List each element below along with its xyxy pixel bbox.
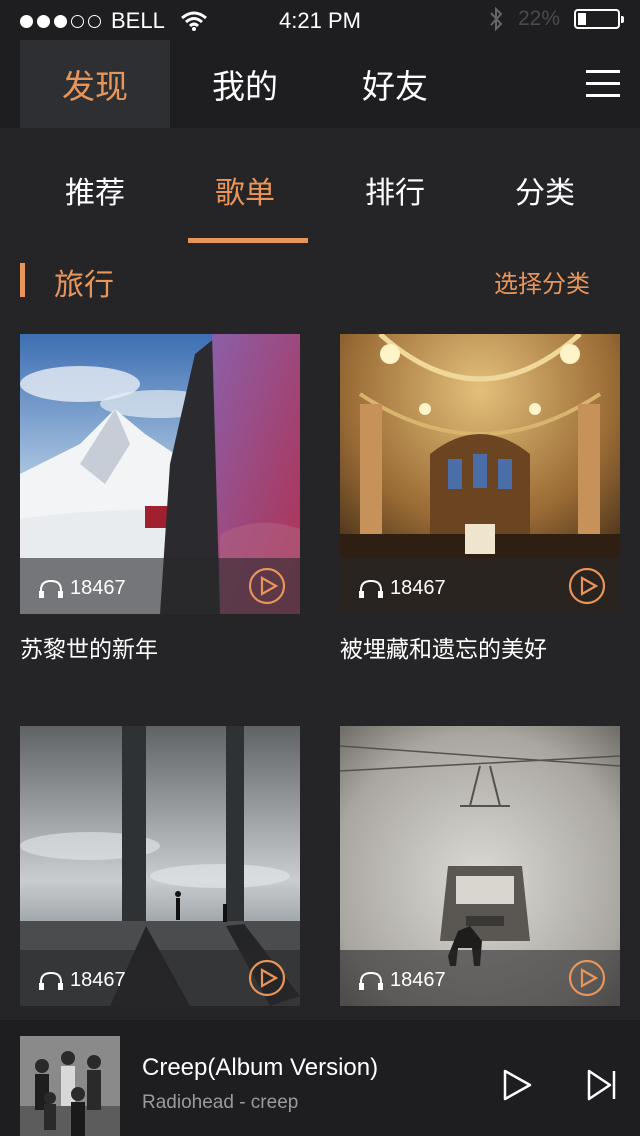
next-track-icon[interactable] [586, 1068, 618, 1102]
playlist-title[interactable]: 苏黎世的新年 [20, 630, 158, 664]
play-count: 18467 [38, 969, 126, 992]
active-tab-indicator [188, 238, 308, 243]
headphones-icon [359, 579, 383, 598]
play-count-value: 18467 [70, 577, 126, 599]
play-count-value: 18467 [70, 969, 126, 991]
playlist-cover[interactable]: 18467 [340, 334, 620, 614]
mini-player: Creep(Album Version) Radiohead - creep [0, 1020, 640, 1136]
play-count-value: 18467 [390, 969, 446, 991]
album-art[interactable] [20, 1036, 120, 1136]
headphones-icon [39, 971, 63, 990]
battery-icon [574, 9, 624, 29]
choose-category-link[interactable]: 选择分类 [494, 264, 590, 299]
headphones-icon [359, 971, 383, 990]
now-playing-artist: Radiohead - creep [142, 1092, 299, 1113]
play-icon[interactable] [500, 1068, 534, 1102]
top-nav: 发现 我的 好友 [0, 40, 640, 128]
subtab-recommend[interactable]: 推荐 [20, 168, 170, 212]
play-circle-icon[interactable] [248, 567, 286, 605]
tab-friends[interactable]: 好友 [320, 40, 470, 128]
subtab-categories[interactable]: 分类 [470, 168, 620, 212]
battery-percent: 22% [517, 7, 560, 30]
section-marker [20, 263, 25, 297]
play-count: 18467 [38, 577, 126, 600]
menu-icon[interactable] [586, 70, 620, 98]
section-title: 旅行 [54, 268, 114, 303]
play-circle-icon[interactable] [248, 959, 286, 997]
playlist-cover[interactable]: 18467 [20, 334, 300, 614]
play-circle-icon[interactable] [568, 959, 606, 997]
subtab-ranking[interactable]: 排行 [320, 168, 470, 212]
sub-tabs: 推荐 歌单 排行 分类 [0, 128, 640, 246]
album-art-image [20, 1036, 120, 1136]
play-count: 18467 [358, 969, 446, 992]
play-count: 18467 [358, 577, 446, 600]
headphones-icon [39, 579, 63, 598]
playlist-cover[interactable]: 18467 [340, 726, 620, 1006]
play-circle-icon[interactable] [568, 567, 606, 605]
tab-mine[interactable]: 我的 [170, 40, 320, 128]
subtab-playlists[interactable]: 歌单 [170, 168, 320, 212]
play-count-value: 18467 [390, 577, 446, 599]
status-bar: BELL 4:21 PM 22% [0, 0, 640, 40]
playlist-title[interactable]: 被埋藏和遗忘的美好 [340, 630, 547, 664]
now-playing-title: Creep(Album Version) [142, 1054, 379, 1081]
battery-fill [578, 13, 586, 25]
bluetooth-icon [490, 7, 503, 31]
tab-discover[interactable]: 发现 [20, 40, 170, 128]
playlist-cover[interactable]: 18467 [20, 726, 300, 1006]
